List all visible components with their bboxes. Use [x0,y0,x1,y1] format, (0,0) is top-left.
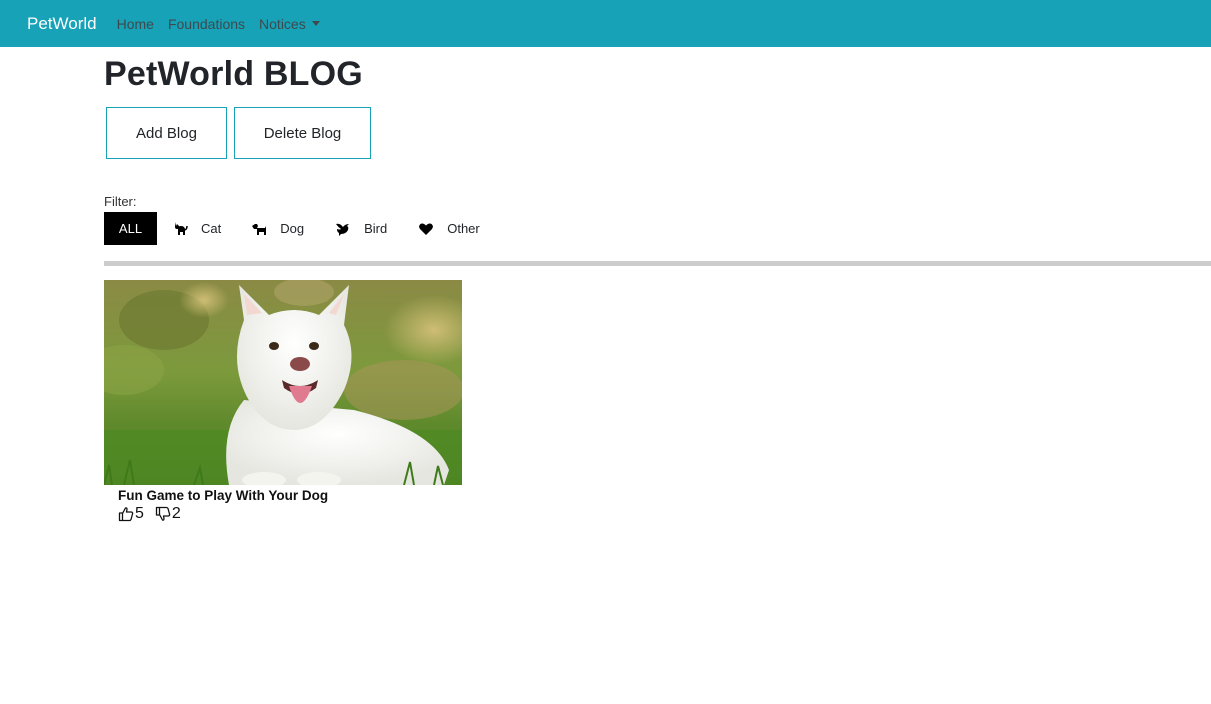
thumbs-up-icon [118,507,134,522]
filter-label: Filter: [104,194,137,209]
blog-card-image[interactable] [104,280,462,485]
page-title: PetWorld BLOG [104,55,363,93]
heart-icon [418,221,434,237]
delete-blog-button[interactable]: Delete Blog [234,107,371,159]
nav-home[interactable]: Home [117,16,154,32]
filter-cat-label: Cat [201,221,222,236]
caret-down-icon [311,21,320,26]
bird-icon [335,221,351,237]
filter-bar: ALL Cat Dog Bird Other [104,212,480,245]
filter-dog-label: Dog [280,221,305,236]
filter-bird-button[interactable]: Bird [335,212,387,245]
dislike-count: 2 [171,505,181,522]
filter-dog-button[interactable]: Dog [251,212,304,245]
filter-bird-label: Bird [364,221,388,236]
filter-other-button[interactable]: Other [418,212,480,245]
add-blog-button[interactable]: Add Blog [106,107,227,159]
nav-notices-label: Notices [259,15,306,32]
divider [104,261,1211,266]
filter-all-button[interactable]: ALL [104,212,157,245]
filter-other-label: Other [447,221,480,236]
blog-card[interactable]: Fun Game to Play With Your Dog 5 2 [104,280,462,523]
dislike-button[interactable]: 2 [155,505,181,523]
nav-foundations[interactable]: Foundations [168,16,245,32]
nav-notices-dropdown[interactable]: Notices [259,16,320,32]
brand-link[interactable]: PetWorld [27,14,97,34]
cat-icon [172,221,188,237]
filter-cat-button[interactable]: Cat [172,212,221,245]
top-navbar: PetWorld Home Foundations Notices [0,0,1211,47]
like-count: 5 [135,505,144,522]
thumbs-down-icon [155,506,171,521]
like-button[interactable]: 5 [118,505,144,523]
vote-bar: 5 2 [118,505,462,523]
filter-all-label: ALL [118,221,143,236]
blog-card-title[interactable]: Fun Game to Play With Your Dog [118,488,462,503]
dog-icon [251,221,267,237]
